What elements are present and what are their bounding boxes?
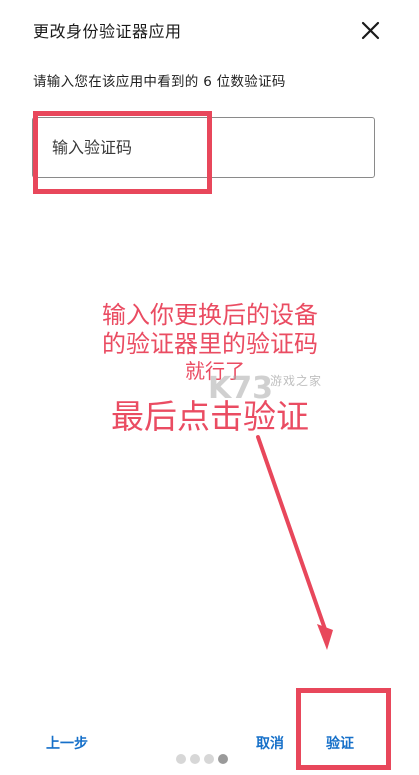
- close-icon: [361, 21, 380, 40]
- pager-dots: [176, 754, 228, 764]
- mfa-change-app-dialog: 更改身份验证器应用 请输入您在该应用中看到的 6 位数验证码 输入你更换后的设备…: [0, 0, 419, 775]
- annotation-line-1: 输入你更换后的设备: [102, 301, 318, 329]
- back-button[interactable]: 上一步: [46, 733, 88, 753]
- instruction-text: 请输入您在该应用中看到的 6 位数验证码: [33, 74, 286, 90]
- cancel-button[interactable]: 取消: [256, 733, 284, 753]
- annotation-text: 输入你更换后的设备 的验证器里的验证码: [70, 301, 350, 359]
- close-button[interactable]: [358, 18, 384, 44]
- arrow-annotation: [256, 435, 333, 650]
- pager-dot: [218, 754, 228, 764]
- verification-code-input[interactable]: [32, 117, 375, 178]
- annotation-line-4: 最后点击验证: [111, 397, 309, 436]
- pager-dot: [204, 754, 214, 764]
- pager-dot: [190, 754, 200, 764]
- dialog-title: 更改身份验证器应用: [33, 22, 182, 41]
- watermark-text: 游戏之家: [270, 374, 323, 388]
- pager-dot: [176, 754, 186, 764]
- annotation-line-2: 的验证器里的验证码: [102, 330, 318, 358]
- verify-button[interactable]: 验证: [326, 733, 354, 753]
